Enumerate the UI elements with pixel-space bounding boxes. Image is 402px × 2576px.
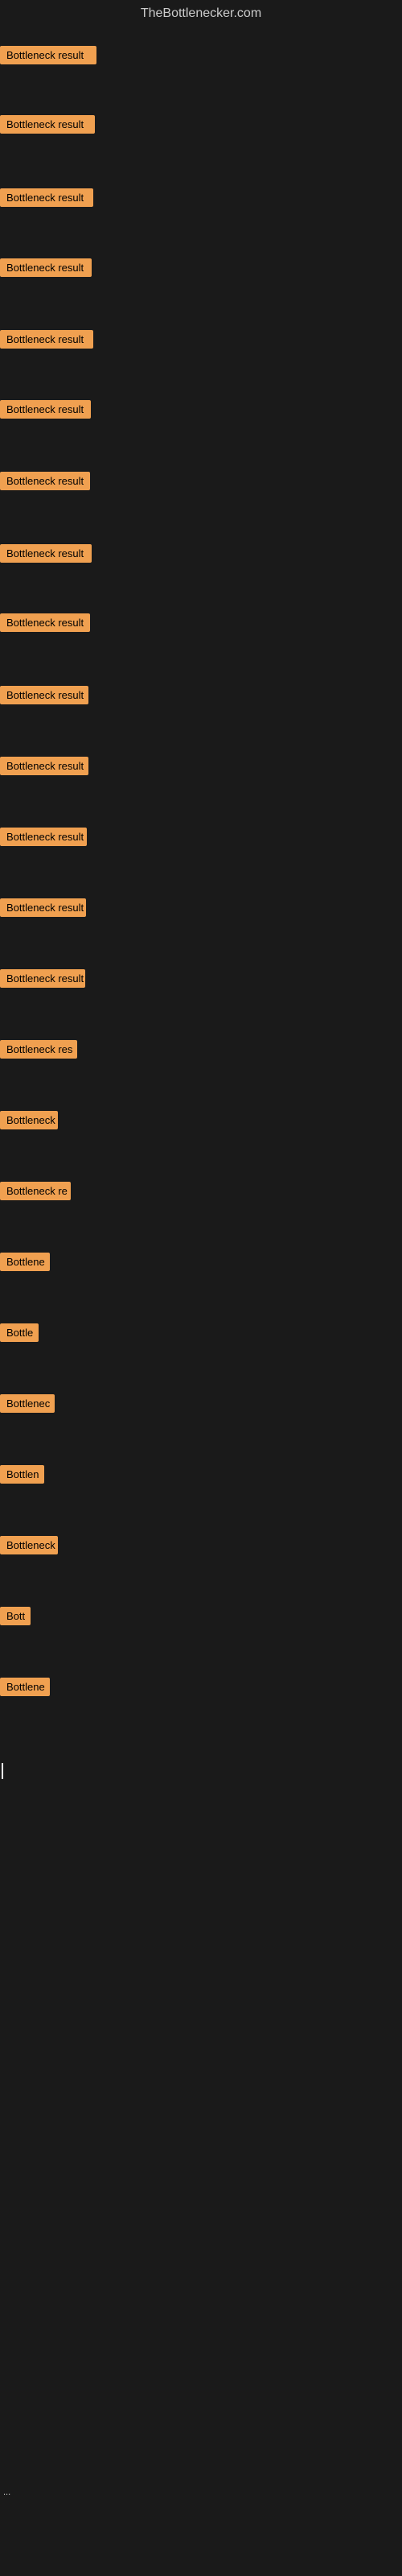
bottleneck-result-item[interactable]: Bottlenec [0, 1394, 55, 1413]
bottleneck-result-item[interactable]: Bottleneck re [0, 1182, 71, 1200]
bottleneck-result-item[interactable]: Bottleneck result [0, 46, 96, 64]
bottleneck-result-item[interactable]: Bottleneck result [0, 686, 88, 704]
bottleneck-result-item[interactable]: Bottleneck result [0, 330, 93, 349]
bottleneck-result-item[interactable]: Bottleneck result [0, 115, 95, 134]
bottleneck-result-item[interactable]: Bottleneck result [0, 828, 87, 846]
bottleneck-result-item[interactable]: Bottle [0, 1323, 39, 1342]
bottleneck-result-item[interactable]: Bottleneck res [0, 1040, 77, 1059]
bottleneck-result-item[interactable]: Bottleneck result [0, 400, 91, 419]
bottleneck-result-item[interactable]: Bottleneck [0, 1536, 58, 1554]
site-title: TheBottlenecker.com [0, 0, 402, 27]
bottleneck-result-item[interactable]: Bottleneck result [0, 757, 88, 775]
bottleneck-result-item[interactable]: Bottleneck result [0, 969, 85, 988]
bottleneck-result-item[interactable]: Bottleneck result [0, 898, 86, 917]
bottleneck-result-item[interactable]: Bott [0, 1607, 31, 1625]
bottleneck-result-item[interactable]: Bottlene [0, 1253, 50, 1271]
bottleneck-result-item[interactable]: Bottleneck result [0, 544, 92, 563]
footer-text: ... [3, 2487, 10, 2497]
bottleneck-result-item[interactable]: Bottleneck [0, 1111, 58, 1129]
bottleneck-result-item[interactable]: Bottleneck result [0, 188, 93, 207]
text-cursor [2, 1763, 3, 1779]
bottleneck-result-item[interactable]: Bottlen [0, 1465, 44, 1484]
bottleneck-result-item[interactable]: Bottleneck result [0, 258, 92, 277]
bottleneck-result-item[interactable]: Bottleneck result [0, 472, 90, 490]
bottleneck-result-item[interactable]: Bottleneck result [0, 613, 90, 632]
bottleneck-result-item[interactable]: Bottlene [0, 1678, 50, 1696]
